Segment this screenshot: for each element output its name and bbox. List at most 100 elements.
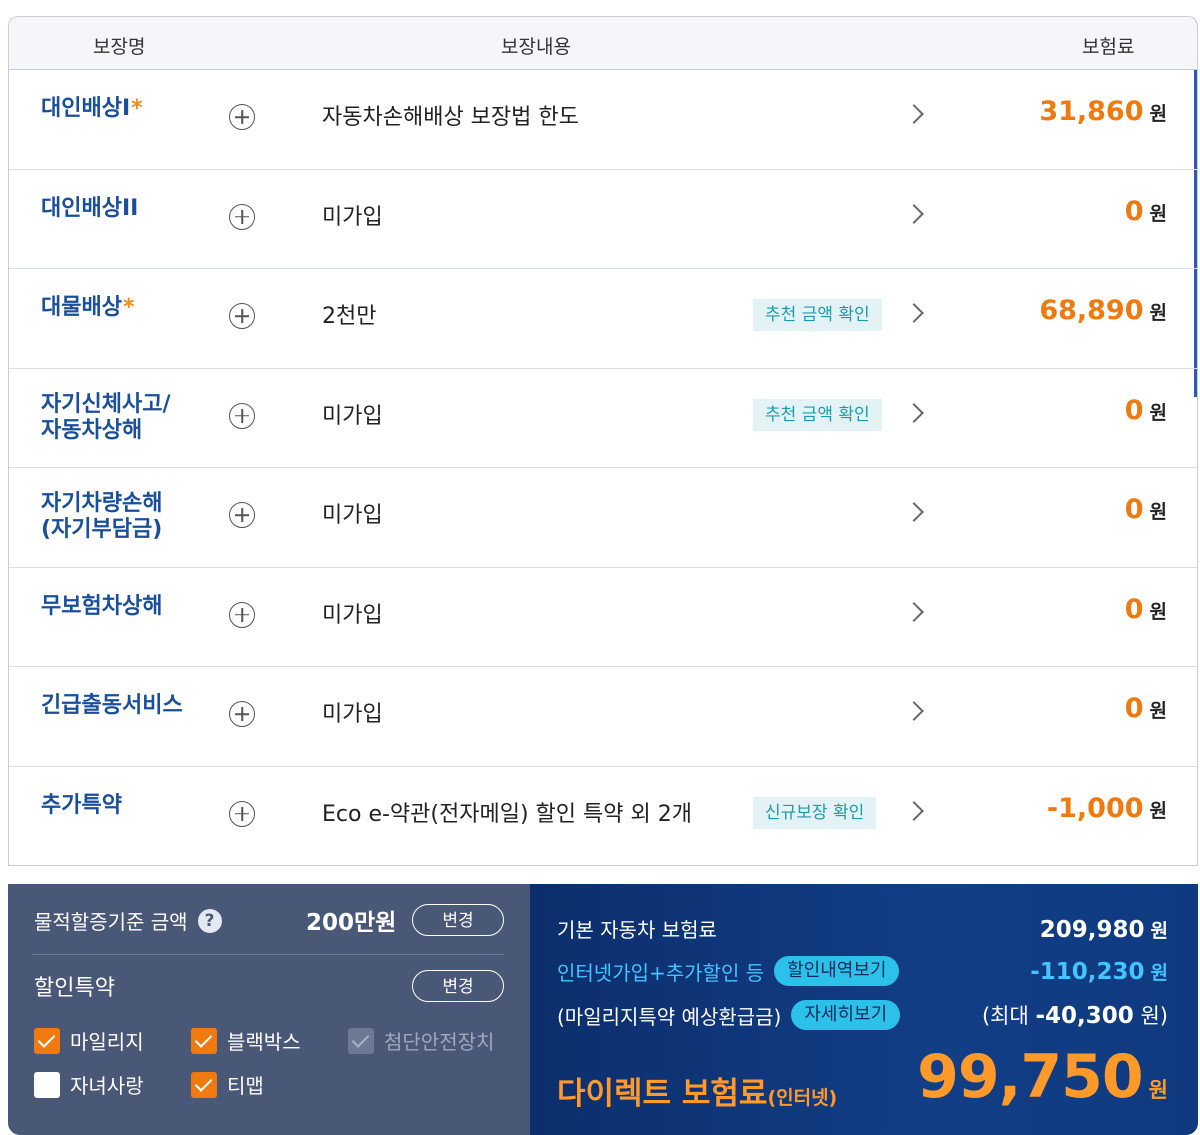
chevron-right-icon[interactable] (904, 203, 924, 224)
chevron-right-icon[interactable] (904, 701, 924, 721)
coverage-content: 미가입 (322, 702, 383, 727)
premium-unit: 원 (1149, 799, 1167, 822)
discount-summary-label: 인터넷가입+추가할인 등 (557, 960, 765, 985)
chevron-right-icon[interactable] (904, 502, 924, 522)
table-row[interactable]: 자기차량손해 (자기부담금) 미가입 0 원 (9, 468, 1197, 568)
premium-unit: 원 (1149, 401, 1167, 424)
coverage-name[interactable]: 무보험차상해 (41, 594, 231, 620)
unit-label: 원 (1150, 920, 1168, 942)
discount-option-label: 블랙박스 (227, 1030, 301, 1054)
coverage-name-line2: (자기부담금) (41, 517, 163, 543)
checkbox-icon[interactable] (191, 1027, 217, 1054)
help-icon[interactable]: ? (197, 908, 222, 933)
checkbox-icon[interactable] (34, 1027, 60, 1054)
chevron-right-icon[interactable] (904, 601, 924, 622)
coverage-content: 미가입 (322, 503, 383, 528)
checkbox-icon[interactable] (191, 1071, 217, 1098)
coverage-content: Eco e-약관(전자메일) 할인 특약 외 2개 (322, 801, 692, 827)
discount-summary: 인터넷가입+추가할인 등 할인내역보기 (557, 956, 900, 986)
plus-circle-icon[interactable] (229, 502, 255, 528)
plus-circle-icon[interactable] (229, 203, 255, 230)
chevron-right-icon[interactable] (904, 303, 924, 323)
coverage-name-line2: 자동차상해 (41, 417, 143, 443)
coverage-premium: 0 원 (1125, 395, 1167, 426)
discount-panel: 물적할증기준 금액 ? 200만원 변경 할인특약 변경 마일리지 블랙박스 첨단안… (8, 884, 530, 1135)
table-row[interactable]: 긴급출동서비스 미가입 0 원 (9, 667, 1197, 767)
plus-circle-icon[interactable] (229, 601, 255, 628)
premium-amount: 0 (1124, 195, 1144, 227)
required-mark: * (131, 96, 143, 121)
threshold-label-group: 물적할증기준 금액 ? (34, 906, 222, 935)
coverage-name-line1: 대인배상II (41, 195, 139, 221)
discount-label: 할인특약 (34, 976, 115, 1001)
unit-label: 원 (1148, 1078, 1168, 1102)
checkbox-icon[interactable] (34, 1071, 60, 1098)
recommend-tag-button[interactable]: 신규보장 확인 (753, 796, 877, 829)
plus-circle-icon[interactable] (229, 303, 255, 329)
plus-circle-icon[interactable] (229, 800, 255, 827)
discount-amount: -110,230 (1030, 959, 1145, 985)
coverage-name-line1: 추가특약 (41, 792, 122, 818)
recommend-tag-button[interactable]: 추천 금액 확인 (753, 299, 882, 331)
coverage-name-line1: 자기차량손해 (41, 491, 163, 517)
plus-circle-icon[interactable] (229, 402, 255, 429)
discount-option-label: 자녀사랑 (70, 1074, 144, 1098)
threshold-value: 200만원 (306, 910, 397, 936)
recommend-tag-button[interactable]: 추천 금액 확인 (753, 398, 882, 431)
discount-option[interactable]: 마일리지 (34, 1026, 144, 1055)
premium-summary-panel: 기본 자동차 보험료 209,980 원 인터넷가입+추가할인 등 할인내역보기 … (530, 884, 1198, 1135)
chevron-right-icon[interactable] (904, 800, 924, 821)
table-row[interactable]: 대물배상* 2천만 추천 금액 확인 68,890 원 (9, 269, 1197, 369)
coverage-name[interactable]: 추가특약 (41, 793, 231, 819)
header-premium: 보험료 (1082, 36, 1135, 58)
chevron-right-icon[interactable] (904, 104, 924, 124)
coverage-name[interactable]: 긴급출동서비스 (41, 693, 231, 719)
checkbox-icon (348, 1027, 374, 1054)
summary-area: 물적할증기준 금액 ? 200만원 변경 할인특약 변경 마일리지 블랙박스 첨단안… (8, 884, 1198, 1135)
table-row[interactable]: 자기신체사고/ 자동차상해 미가입 추천 금액 확인 0 원 (9, 369, 1197, 468)
coverage-name-line1: 대물배상* (41, 295, 135, 320)
header-coverage-name: 보장명 (93, 36, 146, 58)
discount-detail-button[interactable]: 할인내역보기 (774, 956, 900, 986)
coverage-name-line1: 자기신체사고/ (41, 391, 171, 417)
table-row[interactable]: 대인배상I* 자동차손해배상 보장법 한도 31,860 원 (9, 70, 1197, 170)
table-row[interactable]: 추가특약 Eco e-약관(전자메일) 할인 특약 외 2개 신규보장 확인 -… (9, 767, 1197, 866)
discount-option[interactable]: 블랙박스 (191, 1026, 301, 1055)
coverage-name[interactable]: 대물배상* (41, 295, 231, 321)
mileage-amount: -40,300 (1035, 1003, 1134, 1029)
divider (32, 954, 504, 955)
required-mark: * (122, 295, 135, 320)
premium-amount: 0 (1124, 394, 1144, 426)
premium-amount: 0 (1124, 593, 1144, 625)
coverage-name[interactable]: 대인배상II (41, 196, 231, 222)
premium-unit: 원 (1149, 103, 1167, 125)
table-row[interactable]: 대인배상II 미가입 0 원 (9, 170, 1197, 269)
coverage-premium: 68,890 원 (1039, 295, 1167, 326)
coverage-name-line1: 긴급출동서비스 (41, 693, 183, 718)
discount-option[interactable]: 자녀사랑 (34, 1070, 144, 1099)
coverage-name-line1: 무보험차상해 (41, 593, 163, 619)
coverage-premium: 0 원 (1125, 693, 1167, 724)
direct-label: 다이렉트 보험료 (557, 1076, 768, 1112)
mileage-value: (최대 -40,300 원) (982, 1000, 1168, 1030)
plus-circle-icon[interactable] (229, 701, 255, 727)
coverage-content: 미가입 (322, 403, 383, 429)
mileage-detail-button[interactable]: 자세히보기 (791, 1000, 901, 1030)
coverage-premium: 0 원 (1125, 594, 1167, 625)
coverage-name[interactable]: 대인배상I* (41, 96, 231, 122)
plus-circle-icon[interactable] (229, 104, 255, 130)
discount-change-button[interactable]: 변경 (412, 970, 504, 1002)
premium-amount: 0 (1124, 494, 1144, 525)
coverage-premium: 0 원 (1125, 196, 1167, 227)
discount-option[interactable]: 티맵 (191, 1070, 264, 1099)
table-row[interactable]: 무보험차상해 미가입 0 원 (9, 568, 1197, 667)
premium-unit: 원 (1149, 501, 1167, 523)
chevron-right-icon[interactable] (904, 402, 924, 423)
threshold-change-button[interactable]: 변경 (412, 904, 504, 936)
premium-unit: 원 (1149, 700, 1167, 722)
coverage-content: 2천만 (322, 304, 377, 329)
coverage-name[interactable]: 자기신체사고/ 자동차상해 (41, 369, 231, 468)
premium-amount: 68,890 (1039, 295, 1144, 326)
coverage-name[interactable]: 자기차량손해 (자기부담금) (41, 468, 231, 567)
discount-option-label: 첨단안전장치 (384, 1030, 495, 1054)
